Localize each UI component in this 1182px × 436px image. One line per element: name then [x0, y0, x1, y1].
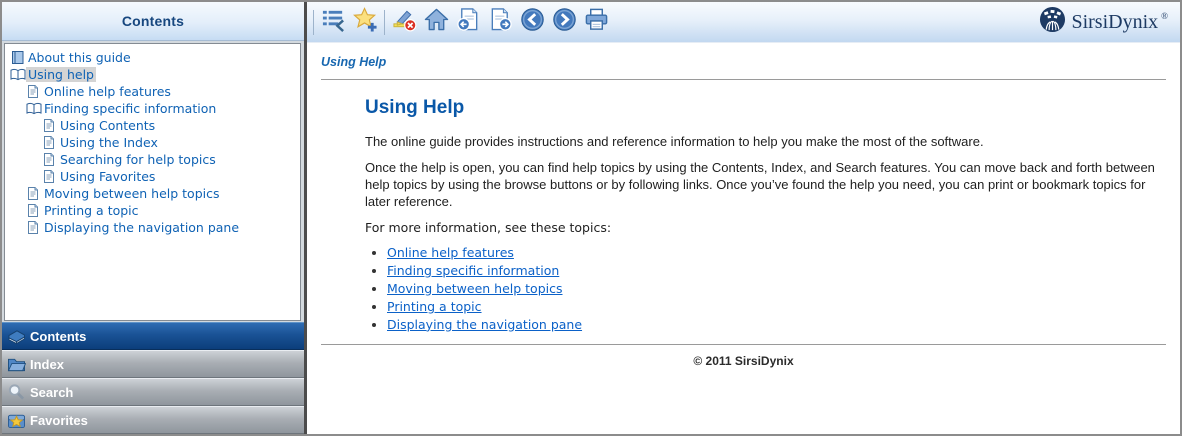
page-icon: [26, 203, 42, 218]
navigation-pane-header: Contents: [2, 2, 304, 41]
toolbar-separator: [384, 10, 385, 35]
back-icon: [520, 7, 545, 37]
accordion-tab-label: Index: [30, 357, 64, 372]
toc-item-label: Printing a topic: [42, 203, 141, 218]
see-also-label: For more information, see these topics:: [365, 220, 1172, 236]
registered-trademark-mark: ®: [1161, 11, 1168, 21]
page-icon: [42, 118, 58, 133]
accordion-tab-label: Contents: [30, 329, 86, 344]
navigation-accordion: Contents Index Search Favorites: [2, 322, 304, 434]
toc-item[interactable]: Printing a topic: [8, 202, 298, 219]
copyright-text: © 2011 SirsiDynix: [315, 354, 1172, 368]
toolbar-button-next-topic[interactable]: [485, 7, 515, 37]
add-favorite-icon: [353, 7, 378, 37]
list-item: Moving between help topics: [387, 281, 1172, 296]
list-item: Printing a topic: [387, 299, 1172, 314]
toc-item-label: Finding specific information: [42, 101, 218, 116]
accordion-tab-index[interactable]: Index: [2, 350, 304, 378]
previous-topic-icon: [456, 7, 481, 37]
next-topic-icon: [488, 7, 513, 37]
toc-item-label: Using the Index: [58, 135, 160, 150]
search-magnifier-icon: [7, 383, 27, 401]
toc-item[interactable]: Moving between help topics: [8, 185, 298, 202]
toc-item[interactable]: Using the Index: [8, 134, 298, 151]
divider-bottom: [321, 344, 1166, 345]
toc-item[interactable]: About this guide: [8, 49, 298, 66]
hide-navigation-icon: [321, 7, 346, 37]
topic-link[interactable]: Displaying the navigation pane: [387, 317, 582, 332]
sirsidynix-globe-icon: [1039, 6, 1066, 38]
contents-book-icon: [7, 327, 27, 345]
toc-item-label: Using help: [26, 67, 96, 82]
topic-link[interactable]: Moving between help topics: [387, 281, 563, 296]
toolbar-button-back[interactable]: [517, 7, 547, 37]
toc-item[interactable]: Using Contents: [8, 117, 298, 134]
page-icon: [42, 152, 58, 167]
book-open-icon: [10, 67, 26, 82]
toolbar-button-forward[interactable]: [549, 7, 579, 37]
book-open-icon: [26, 101, 42, 116]
navigation-pane-title: Contents: [122, 13, 184, 29]
topic-pane: SirsiDynix ® Using Help Using Help The o…: [307, 2, 1180, 434]
list-item: Displaying the navigation pane: [387, 317, 1172, 332]
home-icon: [424, 7, 449, 37]
toc-item[interactable]: Finding specific information: [8, 100, 298, 117]
forward-icon: [552, 7, 577, 37]
toc-item-label: Online help features: [42, 84, 173, 99]
list-item: Finding specific information: [387, 263, 1172, 278]
accordion-tab-contents[interactable]: Contents: [2, 322, 304, 350]
toolbar: SirsiDynix ®: [307, 2, 1180, 43]
topic-link[interactable]: Finding specific information: [387, 263, 559, 278]
accordion-tab-search[interactable]: Search: [2, 378, 304, 406]
accordion-tab-label: Search: [30, 385, 73, 400]
page-icon: [26, 84, 42, 99]
toc-item-label: Using Contents: [58, 118, 157, 133]
toolbar-button-print[interactable]: [581, 7, 611, 37]
navigation-pane: Contents About this guide Using help Onlin…: [2, 2, 304, 434]
toolbar-separator: [313, 10, 314, 35]
accordion-tab-favorites[interactable]: Favorites: [2, 406, 304, 434]
page-icon: [26, 220, 42, 235]
contents-tree: About this guide Using help Online help fe…: [4, 43, 301, 321]
page-title: Using Help: [365, 97, 1172, 119]
book-closed-icon: [10, 50, 26, 65]
topic-paragraph: The online guide provides instructions a…: [365, 134, 1172, 151]
remove-highlight-icon: [392, 7, 417, 37]
index-folder-icon: [7, 355, 27, 373]
favorites-star-icon: [7, 411, 27, 429]
brand-logo: SirsiDynix ®: [1039, 6, 1170, 38]
toc-item[interactable]: Using Favorites: [8, 168, 298, 185]
toc-item[interactable]: Using help: [8, 66, 298, 83]
topic-link[interactable]: Online help features: [387, 245, 514, 260]
breadcrumb: Using Help: [321, 55, 1172, 69]
page-icon: [42, 169, 58, 184]
page-icon: [42, 135, 58, 150]
topic-content: Using Help Using Help The online guide p…: [307, 43, 1180, 434]
toc-item[interactable]: Searching for help topics: [8, 151, 298, 168]
toc-item-label: Searching for help topics: [58, 152, 218, 167]
accordion-tab-label: Favorites: [30, 413, 88, 428]
list-item: Online help features: [387, 245, 1172, 260]
toolbar-button-remove-highlights[interactable]: [389, 7, 419, 37]
page-icon: [26, 186, 42, 201]
toc-item-label: Displaying the navigation pane: [42, 220, 241, 235]
brand-logo-text: SirsiDynix: [1071, 11, 1158, 34]
toc-item-label: Moving between help topics: [42, 186, 222, 201]
toolbar-button-previous-topic[interactable]: [453, 7, 483, 37]
toc-item-label: About this guide: [26, 50, 133, 65]
topic-paragraphs: The online guide provides instructions a…: [365, 134, 1172, 211]
toolbar-button-add-to-favorites[interactable]: [350, 7, 380, 37]
toolbar-button-home[interactable]: [421, 7, 451, 37]
toc-item-label: Using Favorites: [58, 169, 157, 184]
help-viewer-window: Contents About this guide Using help Onlin…: [0, 0, 1182, 436]
topic-link[interactable]: Printing a topic: [387, 299, 482, 314]
toolbar-button-hide-navigation[interactable]: [318, 7, 348, 37]
toc-item[interactable]: Online help features: [8, 83, 298, 100]
print-icon: [584, 7, 609, 37]
toc-item[interactable]: Displaying the navigation pane: [8, 219, 298, 236]
related-topics-list: Online help features Finding specific inf…: [369, 245, 1172, 332]
topic-paragraph: Once the help is open, you can find help…: [365, 160, 1172, 211]
divider-top: [321, 79, 1166, 80]
